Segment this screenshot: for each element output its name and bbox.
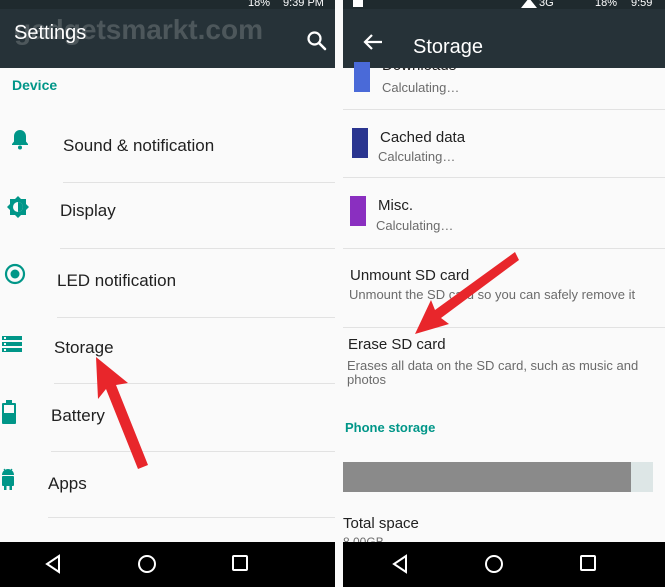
storage-icon [2,336,22,352]
home-nav-icon[interactable] [484,554,504,574]
android-icon [2,468,14,490]
wifi-icon [521,0,537,8]
section-header-phone-storage: Phone storage [345,420,436,435]
app-bar: Storage [343,9,665,68]
storage-usage-bar [343,462,653,492]
search-icon[interactable] [306,30,328,52]
nav-bar [343,542,665,587]
home-nav-icon[interactable] [137,554,157,574]
back-nav-icon[interactable] [43,554,63,574]
divider [57,317,335,318]
color-swatch [352,128,368,158]
divider [60,248,335,249]
divider [48,517,335,518]
recents-nav-icon[interactable] [231,554,249,572]
divider [63,182,335,183]
screen-gap [335,0,343,587]
erase-label: Erase SD card [348,336,446,353]
unmount-label: Unmount SD card [350,267,470,284]
battery-percent: 18% [595,0,618,9]
clock: 9:59 [631,0,653,9]
storage-usage-fill [343,462,632,492]
color-swatch [350,196,366,226]
status-bar: 18% 9:39 PM [0,0,335,9]
storage-row-label: Misc. [378,197,413,214]
settings-item-label: Sound & notification [63,136,215,155]
divider [343,327,665,328]
page-title: Storage [413,36,484,58]
unmount-sub: Unmount the SD card so you can safely re… [349,287,636,302]
settings-item-label: LED notification [57,271,177,290]
storage-row-sub: Calculating… [382,80,460,95]
divider [54,383,335,384]
settings-item-label: Storage [54,338,114,357]
settings-item-label: Display [60,201,116,220]
storage-row-sub: Calculating… [378,149,456,164]
settings-screen: 18% 9:39 PM Settings gadgetsmarkt.com De… [0,0,335,587]
nav-bar [0,542,335,587]
battery-icon [2,400,16,424]
clock: 9:39 PM [283,0,324,9]
settings-item-label: Apps [48,474,87,493]
led-icon [4,263,26,285]
divider [51,451,335,452]
back-nav-icon[interactable] [390,554,410,574]
storage-row-label: Cached data [380,129,466,146]
storage-screen: 3G 18% 9:59 Storage Downloads Calculatin… [343,0,665,587]
erase-sub-line1: Erases all data on the SD card, such as … [347,358,639,373]
divider [343,177,665,178]
battery-percent: 18% [248,0,271,9]
color-swatch [354,62,370,92]
recents-nav-icon[interactable] [579,554,597,572]
network-type: 3G [539,0,554,9]
status-bar: 3G 18% 9:59 [343,0,665,9]
back-arrow-icon[interactable] [363,33,383,51]
screenshot-notification-icon [353,0,363,7]
erase-sub-line2: photos [347,372,387,387]
section-header-device: Device [12,77,58,93]
total-space-label: Total space [343,515,419,532]
brightness-icon [7,196,29,218]
divider [343,248,665,249]
storage-row-sub: Calculating… [376,218,454,233]
bell-icon [12,130,28,150]
watermark: gadgetsmarkt.com [14,14,263,45]
divider [343,109,665,110]
settings-item-label: Battery [51,406,105,425]
